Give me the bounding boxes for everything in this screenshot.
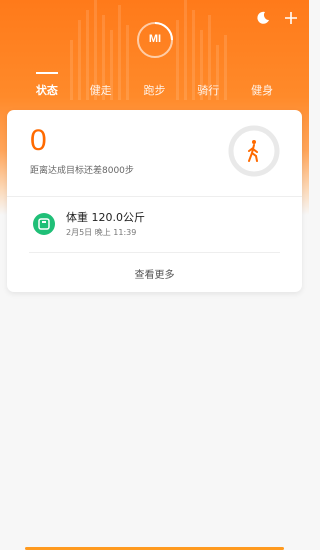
divider [29, 252, 280, 253]
see-more-button[interactable]: 查看更多 [7, 266, 302, 281]
tab-run[interactable]: 跑步 [143, 82, 165, 104]
top-icons [253, 8, 301, 28]
weight-title[interactable]: 体重 120.0公斤 [66, 209, 145, 225]
tab-status[interactable]: 状态 [35, 72, 58, 104]
tab-bar: 状态 健走 跑步 骑行 健身 [0, 72, 309, 104]
divider [7, 196, 302, 197]
tab-walk[interactable]: 健走 [90, 82, 112, 104]
mi-logo-text: MI [148, 33, 162, 45]
mi-logo[interactable]: MI [135, 20, 175, 60]
steps-count[interactable]: 0 [30, 124, 47, 158]
walking-person-icon [248, 140, 258, 162]
sleep-moon-icon[interactable] [253, 8, 273, 28]
tab-cycle[interactable]: 骑行 [197, 82, 219, 104]
scale-icon [33, 213, 55, 235]
tab-fitness[interactable]: 健身 [251, 82, 273, 104]
steps-goal-hint: 距离达成目标还差8000步 [30, 166, 134, 176]
plus-icon[interactable] [281, 8, 301, 28]
weight-timestamp: 2月5日 晚上 11:39 [66, 228, 137, 237]
status-card: 0 距离达成目标还差8000步 体重 120.0公斤 2月5日 晚上 11:39… [7, 110, 302, 292]
steps-progress-ring[interactable] [227, 124, 281, 178]
